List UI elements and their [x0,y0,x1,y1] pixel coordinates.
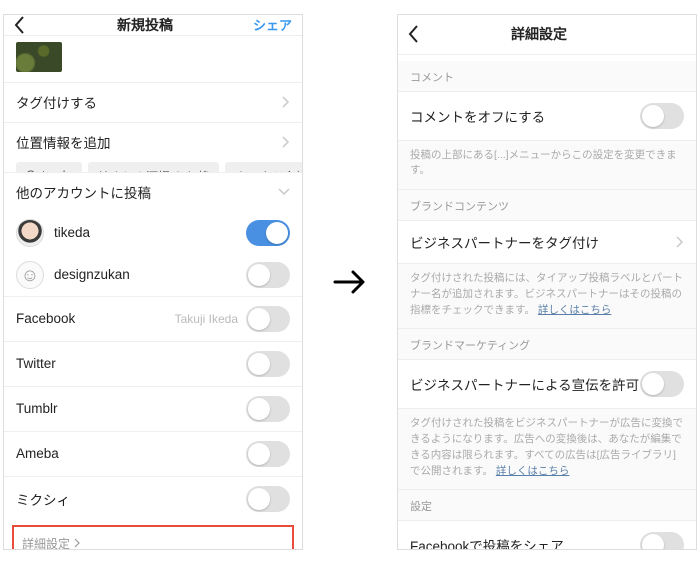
toggle-tumblr[interactable] [246,396,290,422]
chevron-right-icon [74,538,80,548]
toggle-facebook[interactable] [246,306,290,332]
toggle-ameba[interactable] [246,441,290,467]
tag-people-label: タグ付けする [16,92,97,112]
section-header-brand-marketing: ブランドマーケティング [398,328,696,360]
settings-scroll: コメント コメントをオフにする 投稿の上部にある[...]メニューからこの設定を… [398,55,696,549]
social-meta: Takuji Ikeda [175,312,238,326]
social-row-mixi: ミクシィ [4,476,302,521]
avatar [16,219,44,247]
page-title: 新規投稿 [117,15,173,35]
toggle-designzukan[interactable] [246,262,290,288]
section-header-settings: 設定 [398,489,696,521]
facebook-share-row: Facebookで投稿をシェア [398,521,696,548]
chevron-right-icon [282,96,290,108]
back-button[interactable] [14,16,44,34]
social-name: Facebook [16,311,75,326]
learn-more-link[interactable]: 詳しくはこちら [538,304,612,316]
page-title: 詳細設定 [511,24,567,44]
toggle-allow-promotion[interactable] [640,371,684,397]
header: 詳細設定 [398,15,696,55]
social-row-ameba: Ameba [4,431,302,476]
account-row-tikeda: tikeda [4,212,302,254]
chevron-left-icon [408,25,419,43]
social-row-twitter: Twitter [4,341,302,386]
advanced-settings-link[interactable]: 詳細設定 [22,535,80,550]
tag-people-row[interactable]: タグ付けする [4,82,302,122]
back-button[interactable] [408,25,438,43]
chevron-right-icon [282,136,290,148]
toggle-facebook-share[interactable] [640,532,684,548]
post-thumbnail[interactable] [16,42,62,72]
toggle-tikeda[interactable] [246,220,290,246]
social-name: Tumblr [16,401,58,416]
toggle-twitter[interactable] [246,351,290,377]
new-post-screen: 新規投稿 シェア タグ付けする 位置情報を追加 Gotanda 焼きとん酒場 か… [3,14,303,550]
chevron-right-icon [676,236,684,248]
share-button[interactable]: シェア [246,15,292,34]
account-row-designzukan: designzukan [4,254,302,296]
section-header-brand-content: ブランドコンテンツ [398,189,696,221]
advanced-settings-label: 詳細設定 [22,535,70,550]
social-row-tumblr: Tumblr [4,386,302,431]
chevron-left-icon [14,16,25,34]
allow-promotion-row: ビジネスパートナーによる宣伝を許可 [398,360,696,409]
account-name: designzukan [54,267,236,282]
thumbnail-row [4,36,302,82]
account-name: tikeda [54,225,236,240]
chevron-down-icon [278,188,290,196]
advanced-settings-screen: 詳細設定 コメント コメントをオフにする 投稿の上部にある[...]メニューから… [397,14,697,550]
comment-off-row: コメントをオフにする [398,92,696,141]
add-location-row[interactable]: 位置情報を追加 [4,122,302,162]
section-header-comment: コメント [398,61,696,92]
location-chip[interactable]: Gotanda [16,162,82,172]
location-chip[interactable]: 焼きとん酒場 かね将 [88,162,219,172]
toggle-comment-off[interactable] [640,103,684,129]
location-suggestions: Gotanda 焼きとん酒場 かね将 クラウド会計ソフ [4,162,302,172]
toggle-mixi[interactable] [246,486,290,512]
brand-content-help: タグ付けされた投稿には、タイアップ投稿ラベルとパートナー名が追加されます。ビジネ… [398,264,696,328]
comment-help: 投稿の上部にある[...]メニューからこの設定を変更できます。 [398,141,696,190]
social-name: Twitter [16,356,56,371]
learn-more-link[interactable]: 詳しくはこちら [496,465,570,477]
tag-partner-row[interactable]: ビジネスパートナーをタグ付け [398,221,696,264]
add-location-label: 位置情報を追加 [16,132,111,152]
social-name: ミクシィ [16,489,70,509]
allow-promotion-label: ビジネスパートナーによる宣伝を許可 [410,374,639,394]
tag-partner-label: ビジネスパートナーをタグ付け [410,232,599,252]
avatar [16,261,44,289]
social-row-facebook: Facebook Takuji Ikeda [4,296,302,341]
header: 新規投稿 シェア [4,15,302,36]
arrow-right-icon [333,268,367,296]
other-accounts-row[interactable]: 他のアカウントに投稿 [4,172,302,212]
location-chip[interactable]: クラウド会計ソフ [225,162,302,172]
brand-marketing-help: タグ付けされた投稿をビジネスパートナーが広告に変換できるようになります。広告への… [398,409,696,489]
facebook-share-label: Facebookで投稿をシェア [410,535,564,548]
social-name: Ameba [16,446,59,461]
advanced-settings-highlight: 詳細設定 [12,525,294,550]
comment-off-label: コメントをオフにする [410,106,545,126]
other-accounts-label: 他のアカウントに投稿 [16,182,151,202]
